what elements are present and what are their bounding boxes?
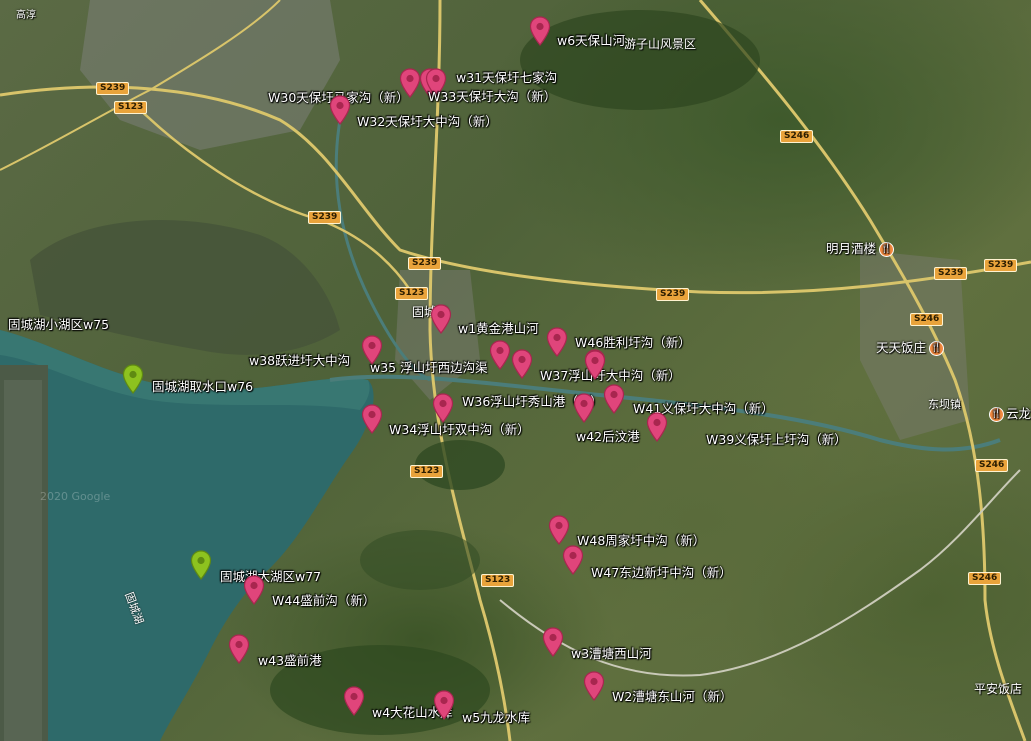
- map-pin-icon: [343, 686, 365, 716]
- road-shield: S239: [408, 257, 442, 270]
- map-pin-icon: [542, 627, 564, 657]
- marker-label-w5: w5九龙水库: [462, 710, 531, 725]
- wetland-area: [30, 220, 340, 355]
- urban-area-north: [80, 0, 340, 150]
- road-shield: S123: [114, 101, 148, 114]
- map-pin-w37[interactable]: [511, 349, 533, 379]
- marker-label-w48: W48周家圩中沟（新）: [577, 533, 706, 548]
- road-shield: S123: [410, 465, 444, 478]
- map-pin-w42[interactable]: [573, 393, 595, 423]
- marker-label-w1: w1黄金港山河: [458, 321, 539, 336]
- marker-label-w47: W47东边新圩中沟（新）: [591, 565, 732, 580]
- map-pin-w39[interactable]: [646, 412, 668, 442]
- restaurant-icon: 🍴: [989, 407, 1004, 422]
- restaurant-icon: 🍴: [879, 242, 895, 257]
- map-pin-icon: [546, 327, 568, 357]
- place-label: 游子山风景区: [624, 37, 697, 51]
- road-shield: S239: [96, 82, 130, 95]
- map-pin-icon: [573, 393, 595, 423]
- poi-tiantian[interactable]: 天天饭庄 🍴: [876, 337, 945, 356]
- map-pin-icon: [511, 349, 533, 379]
- road-shield: S246: [780, 130, 814, 143]
- map-pin-icon: [584, 350, 606, 380]
- map-pin-w6[interactable]: [529, 16, 551, 46]
- road-shield: S246: [910, 313, 944, 326]
- map-pin-w76[interactable]: [122, 364, 144, 394]
- map-pin-icon: [548, 515, 570, 545]
- map-watermark: 2020 Google: [40, 490, 111, 503]
- marker-label-w75: 固城湖小湖区w75: [8, 317, 110, 332]
- marker-label-w34: W34浮山圩双中沟（新）: [389, 422, 530, 437]
- map-pin-w46[interactable]: [546, 327, 568, 357]
- map-pin-icon: [329, 95, 351, 125]
- poi-label: 云龙: [1006, 406, 1031, 421]
- map-pin-icon: [190, 550, 212, 580]
- map-pin-w3[interactable]: [542, 627, 564, 657]
- map-pin-icon: [243, 575, 265, 605]
- map-pin-icon: [228, 634, 250, 664]
- map-pin-icon: [430, 304, 452, 334]
- map-pin-w43[interactable]: [228, 634, 250, 664]
- marker-label-w37: W37浮山圩大中沟（新）: [540, 368, 681, 383]
- map-pin-icon: [562, 545, 584, 575]
- map-pin-icon: [583, 671, 605, 701]
- road-shield: S123: [395, 287, 429, 300]
- map-pin-icon: [361, 404, 383, 434]
- map-pin-w35[interactable]: [489, 340, 511, 370]
- map-pin-icon: [489, 340, 511, 370]
- map-pin-w2[interactable]: [583, 671, 605, 701]
- marker-label-w31: w31天保圩七家沟: [456, 70, 558, 85]
- map-pin-w48[interactable]: [548, 515, 570, 545]
- marker-label-w46: W46胜利圩沟（新）: [575, 335, 691, 350]
- marker-label-w43: w43盛前港: [258, 653, 322, 668]
- poi-yunlong[interactable]: 🍴 云龙: [989, 403, 1031, 422]
- road-shield: S239: [934, 267, 968, 280]
- marker-label-w2: W2漕塘东山河（新）: [612, 689, 733, 704]
- marker-label-w77: 固城湖大湖区w77: [220, 569, 322, 584]
- poi-label: 明月酒楼: [826, 241, 877, 256]
- marker-label-w44: W44盛前沟（新）: [272, 593, 376, 608]
- map-pin-icon: [122, 364, 144, 394]
- marker-label-w35: w35 浮山圩西边沟渠: [370, 360, 488, 375]
- place-label: 高淳: [16, 10, 36, 21]
- marker-label-w38: w38跃进圩大中沟: [249, 353, 351, 368]
- map-pin-w32[interactable]: [329, 95, 351, 125]
- satellite-map[interactable]: 固城湖 2020 Google S239 S123 S239 S246 S239…: [0, 0, 1031, 741]
- road-shield: S246: [975, 459, 1009, 472]
- road-shield: S239: [656, 288, 690, 301]
- map-pin-w41[interactable]: [603, 384, 625, 414]
- map-pin-w1[interactable]: [430, 304, 452, 334]
- road-shield: S246: [968, 572, 1002, 585]
- map-pin-extra[interactable]: [584, 350, 606, 380]
- map-pin-w36[interactable]: [432, 393, 454, 423]
- poi-label: 天天饭庄: [876, 340, 927, 355]
- map-pin-icon: [603, 384, 625, 414]
- marker-label-w32: W32天保圩大中沟（新）: [357, 114, 498, 129]
- map-pin-icon: [646, 412, 668, 442]
- marker-label-w6: w6天保山河: [557, 33, 626, 48]
- marker-label-w33: W33天保圩大沟（新）: [428, 89, 557, 104]
- map-pin-w77[interactable]: [190, 550, 212, 580]
- map-pin-icon: [433, 690, 455, 720]
- map-pin-w5[interactable]: [433, 690, 455, 720]
- restaurant-icon: 🍴: [929, 341, 945, 356]
- map-pin-icon: [432, 393, 454, 423]
- marker-label-w42: w42后汶港: [576, 429, 640, 444]
- map-pin-w44[interactable]: [243, 575, 265, 605]
- road-shield: S123: [481, 574, 515, 587]
- road-shield: S239: [308, 211, 342, 224]
- place-label: 东坝镇: [928, 398, 961, 411]
- road-shield: S239: [984, 259, 1018, 272]
- place-label: 平安饭店: [974, 682, 1023, 696]
- map-pin-icon: [529, 16, 551, 46]
- marker-label-w76: 固城湖取水口w76: [152, 379, 254, 394]
- marker-label-w39: W39义保圩上圩沟（新）: [706, 432, 847, 447]
- map-pin-w4[interactable]: [343, 686, 365, 716]
- poi-mingyue[interactable]: 明月酒楼 🍴: [826, 238, 895, 257]
- map-pin-w47[interactable]: [562, 545, 584, 575]
- map-pin-w34[interactable]: [361, 404, 383, 434]
- road-s246: [698, 0, 1027, 741]
- marker-label-w3: w3漕塘西山河: [571, 646, 652, 661]
